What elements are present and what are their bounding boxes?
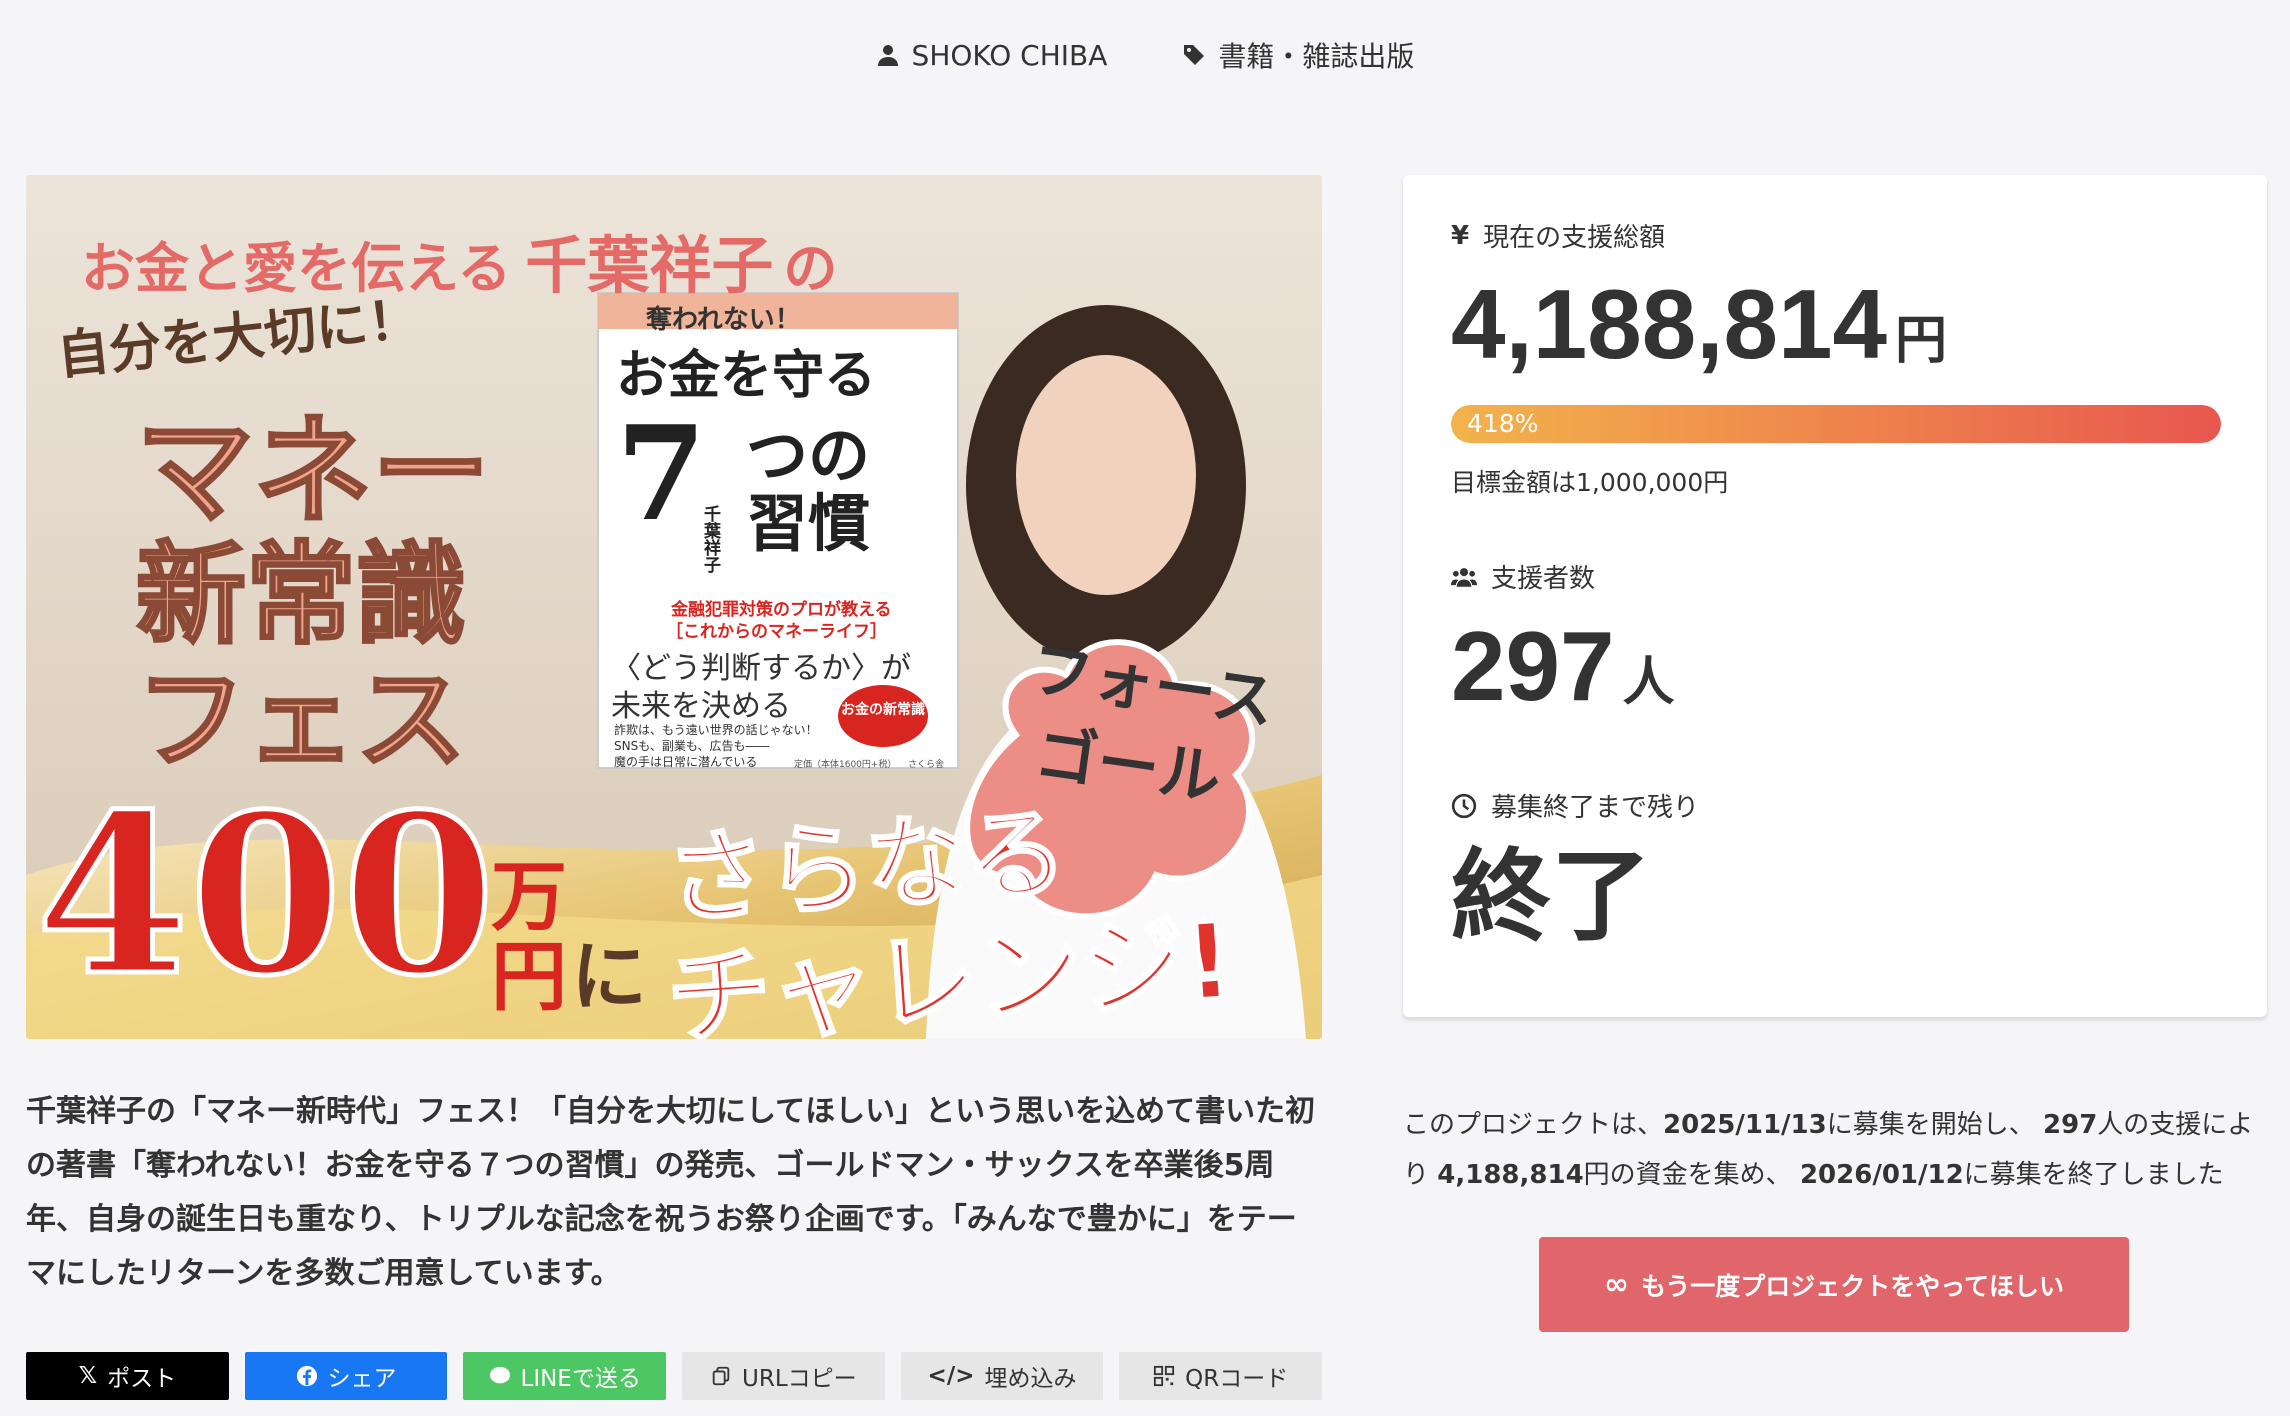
support-status-card: ¥ 現在の支援総額 4,188,814 円 418% 目標金額は1,000,000… <box>1403 175 2267 1017</box>
code-icon: </> <box>927 1363 975 1389</box>
total-label-row: ¥ 現在の支援総額 <box>1451 217 1665 254</box>
total-unit: 円 <box>1894 311 1947 371</box>
category-link[interactable]: 書籍・雑誌出版 <box>1182 35 1414 75</box>
x-logo-icon: 𝕏 <box>78 1363 98 1389</box>
hero-amount: 400 <box>33 763 497 1027</box>
hero-headline-1: お金と愛を伝える 千葉祥子の <box>81 229 838 302</box>
book-price: 定価（本体1600円+税） <box>794 760 897 770</box>
owner-link[interactable]: SHOKO CHIBA <box>876 38 1108 72</box>
qr-code-button[interactable]: QRコード <box>1119 1352 1323 1400</box>
hero-amount-unit2: 円 <box>491 932 567 1021</box>
remaining-label: 募集終了まで残り <box>1491 793 1700 823</box>
book-subtitle: 奪われない！ <box>646 305 801 335</box>
hero-amount-ni: に <box>571 932 647 1021</box>
copy-url-button[interactable]: URLコピー <box>682 1352 885 1400</box>
embed-button[interactable]: </> 埋め込み <box>900 1352 1104 1400</box>
progress-label: 418% <box>1467 409 1539 438</box>
total-amount: 4,188,814 <box>1451 269 1887 379</box>
remaining-label-row: 募集終了まで残り <box>1451 787 1699 824</box>
clock-icon <box>1451 793 1477 818</box>
project-hero-image: お金と愛を伝える 千葉祥子の 自分を大切に！ マネー 新常識 フェス 400 万 … <box>26 175 1322 1039</box>
book-small-3: 魔の手は日常に潜んでいる <box>614 755 758 769</box>
yen-icon: ¥ <box>1451 220 1470 251</box>
backers-label-row: 支援者数 <box>1451 558 1595 595</box>
backers-unit: 人 <box>1622 653 1675 713</box>
book-small-2: SNSも、副業も、広告も―― <box>614 739 770 753</box>
copy-icon <box>712 1366 730 1386</box>
book-habits-2: 習慣 <box>746 487 871 560</box>
book-badge: お金の新常識 <box>838 685 928 747</box>
backers-row: 297 人 <box>1451 617 1675 715</box>
user-icon <box>877 45 898 66</box>
progress-fill: 418% <box>1451 405 2221 443</box>
users-icon <box>1451 567 1477 587</box>
infinity-icon: ∞ <box>1603 1267 1629 1302</box>
total-label: 現在の支援総額 <box>1483 223 1666 253</box>
share-facebook-button[interactable]: シェア <box>244 1352 448 1400</box>
book-future: 未来を決める <box>611 689 791 724</box>
owner-name: SHOKO CHIBA <box>911 38 1108 72</box>
request-again-button[interactable]: ∞ もう一度プロジェクトをやってほしい <box>1539 1237 2129 1332</box>
goal-text: 目標金額は1,000,000円 <box>1451 468 1729 497</box>
share-x-button[interactable]: 𝕏 ポスト <box>26 1352 229 1400</box>
book-small-1: 詐欺は、もう遠い世界の話じゃない！ <box>614 723 818 737</box>
total-amount-row: 4,188,814 円 <box>1451 275 1947 373</box>
share-buttons: 𝕏 ポスト シェア LINEで送る URLコピー </> 埋め込み QRコード <box>26 1352 1323 1400</box>
book-seven: 7 <box>616 397 707 550</box>
backers-label: 支援者数 <box>1491 564 1596 594</box>
tag-icon <box>1184 45 1205 65</box>
facebook-icon <box>296 1365 317 1387</box>
project-description: 千葉祥子の「マネー新時代」フェス！「自分を大切にしてほしい」という思いを込めて書… <box>26 1094 1316 1291</box>
backers-count: 297 <box>1451 611 1615 721</box>
qr-icon <box>1154 1365 1175 1387</box>
book-tagline-2: ［これからのマネーライフ］ <box>666 622 887 642</box>
book-publisher: さくら舎 <box>908 760 945 770</box>
book-author: 千葉祥子 <box>700 505 720 573</box>
share-line-button[interactable]: LINEで送る <box>463 1352 667 1400</box>
line-icon <box>489 1366 510 1384</box>
remaining-value: 終了 <box>1451 838 1651 955</box>
project-summary: このプロジェクトは、2025/11/13に募集を開始し、 297人の支援により … <box>1403 1110 2254 1190</box>
progress-bar: 418% <box>1451 405 2221 443</box>
category-name: 書籍・雑誌出版 <box>1218 40 1415 73</box>
project-meta-bar: SHOKO CHIBA 書籍・雑誌出版 <box>0 0 2290 110</box>
request-again-label: もう一度プロジェクトをやってほしい <box>1640 1271 2064 1301</box>
